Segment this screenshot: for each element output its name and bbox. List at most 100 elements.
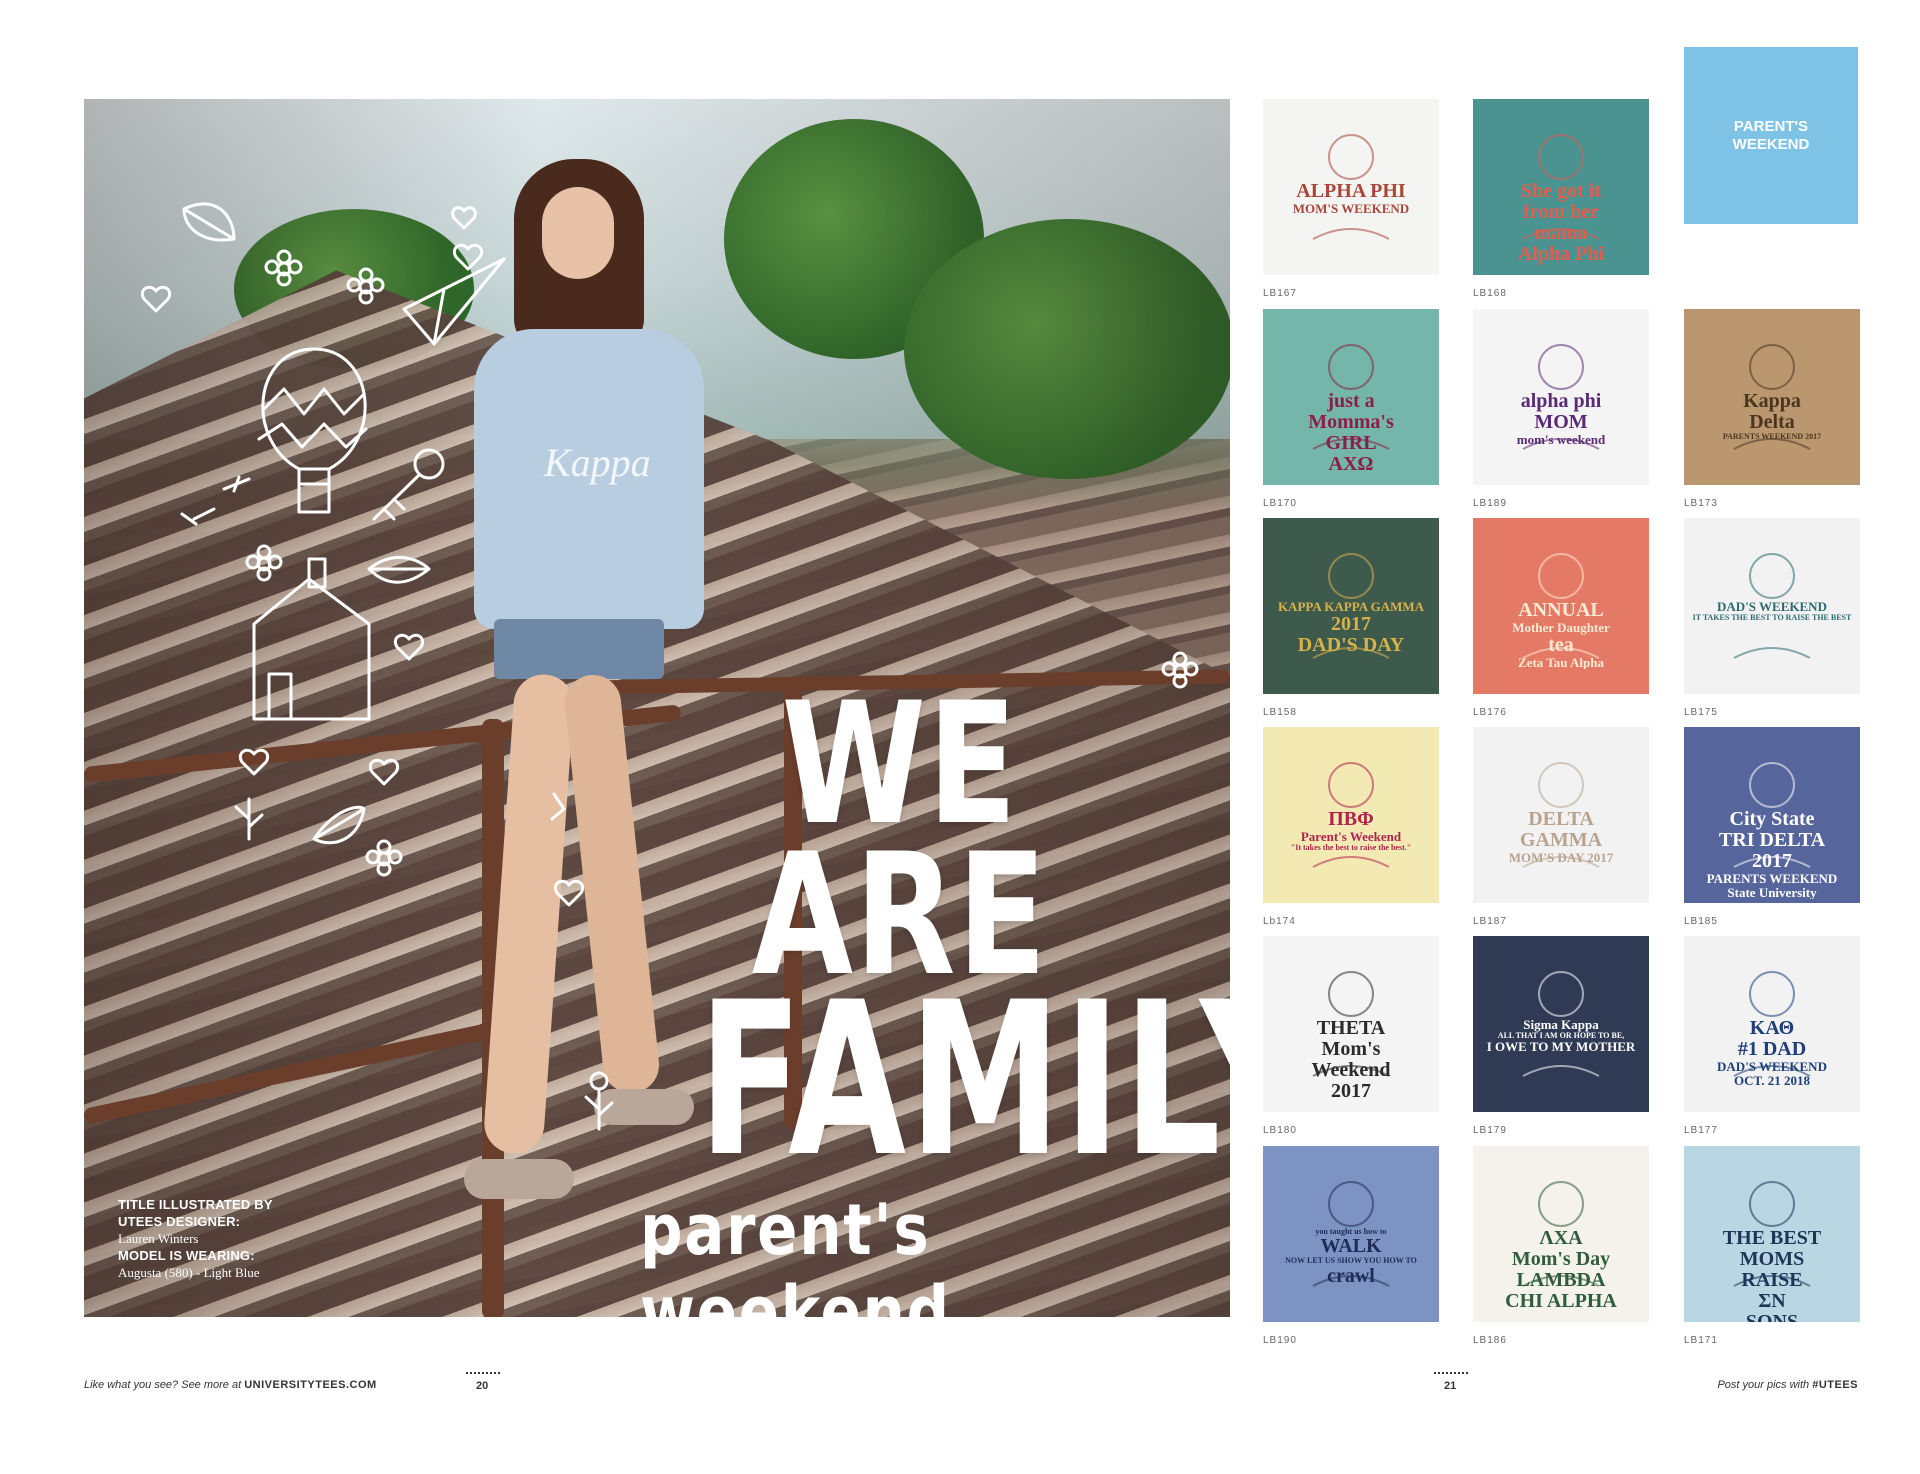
design-text: Kappa Delta PARENTS WEEKEND 2017 bbox=[1692, 391, 1852, 441]
design-text-line: just a bbox=[1327, 391, 1375, 412]
design-tile[interactable]: just a Momma's GIRL ΑΧΩ bbox=[1263, 309, 1439, 485]
design-text: ΠΒΦ Parent's Weekend "It takes the best to… bbox=[1271, 809, 1431, 852]
design-code: LB158 bbox=[1263, 707, 1297, 718]
hero-photo: Kappa WE ARE FAMIL parent's weekend TITL… bbox=[84, 99, 1230, 1317]
design-code: LB187 bbox=[1473, 916, 1507, 927]
design-tile[interactable]: THETA Mom's Weekend 2017 bbox=[1263, 936, 1439, 1112]
design-text-line: OCT. 21 2018 bbox=[1734, 1073, 1810, 1088]
design-text-line: from her bbox=[1523, 202, 1599, 223]
page-number-left: 20 bbox=[476, 1380, 489, 1392]
design-code: LB180 bbox=[1263, 1125, 1297, 1136]
design-text-line: 2017 bbox=[1331, 613, 1371, 635]
design-text-line: crawl bbox=[1327, 1265, 1375, 1287]
credits-wearing-label: MODEL IS WEARING: bbox=[118, 1248, 255, 1263]
design-tile[interactable]: KAPPA KAPPA GAMMA 2017 DAD'S DAY bbox=[1263, 518, 1439, 694]
design-text: DELTA GAMMA MOM'S DAY 2017 bbox=[1481, 809, 1641, 865]
design-text-line: 2017 bbox=[1331, 1081, 1371, 1102]
photo-credits: TITLE ILLUSTRATED BY UTEES DESIGNER: Lau… bbox=[118, 1196, 273, 1281]
design-tile[interactable]: ΛΧΑ Mom's Day LAMBDA CHI ALPHA bbox=[1473, 1146, 1649, 1322]
design-code: LB175 bbox=[1684, 707, 1718, 718]
headline-line-1: WE ARE bbox=[751, 666, 1049, 1014]
headline-line-2: FAMILY bbox=[698, 956, 1230, 1204]
design-tile[interactable]: you taught us how to WALK NOW LET US SHOW … bbox=[1263, 1146, 1439, 1322]
design-text: KAPPA KAPPA GAMMA 2017 DAD'S DAY bbox=[1271, 600, 1431, 656]
design-code: LB168 bbox=[1473, 288, 1507, 299]
design-text-line: IT TAKES THE BEST TO RAISE THE BEST bbox=[1692, 613, 1852, 622]
footer-right-text: Post your pics with bbox=[1717, 1379, 1813, 1391]
design-text-line: GIRL bbox=[1325, 433, 1377, 454]
design-tile[interactable]: ΚΑΘ #1 DAD DAD'S WEEKEND OCT. 21 2018 bbox=[1684, 936, 1860, 1112]
design-code: LB176 bbox=[1473, 707, 1507, 718]
design-code: LB179 bbox=[1473, 1125, 1507, 1136]
design-tile[interactable]: ΠΒΦ Parent's Weekend "It takes the best to… bbox=[1263, 727, 1439, 903]
design-tile[interactable]: City State TRI DELTA 2017 PARENTS WEEKEND St… bbox=[1684, 727, 1860, 903]
footer-site-link[interactable]: UNIVERSITYTEES.COM bbox=[244, 1379, 376, 1391]
design-text-line: PARENTS WEEKEND bbox=[1706, 872, 1838, 886]
credits-wearing-value: Augusta (580) - Light Blue bbox=[118, 1265, 260, 1280]
design-text-line: ΠΒΦ bbox=[1328, 809, 1374, 830]
design-text-line: #1 DAD bbox=[1737, 1039, 1807, 1060]
page-number-right: 21 bbox=[1444, 1380, 1457, 1392]
design-tile[interactable]: ANNUAL Mother Daughter tea Zeta Tau Alpha bbox=[1473, 518, 1649, 694]
design-text-line: Mother Daughter bbox=[1512, 621, 1610, 635]
design-tile[interactable]: DELTA GAMMA MOM'S DAY 2017 bbox=[1473, 727, 1649, 903]
design-tile[interactable]: Sigma Kappa ALL THAT I AM OR HOPE TO BE, I… bbox=[1473, 936, 1649, 1112]
design-text-line: MOMS bbox=[1739, 1249, 1805, 1270]
design-code: LB167 bbox=[1263, 288, 1297, 299]
footer-hashtag[interactable]: #UTEES bbox=[1812, 1379, 1858, 1391]
category-label: PARENT'S WEEKEND bbox=[1732, 117, 1810, 153]
design-text-line: Delta bbox=[1749, 412, 1795, 433]
category-box: PARENT'S WEEKEND bbox=[1684, 47, 1858, 224]
subheadline: parent's weekend bbox=[640, 1189, 951, 1317]
design-tile[interactable]: ALPHA PHI MOM'S WEEKEND bbox=[1263, 99, 1439, 275]
design-code: LB170 bbox=[1263, 498, 1297, 509]
headline: WE ARE FAMILY bbox=[620, 666, 1230, 1204]
design-code: LB171 bbox=[1684, 1335, 1718, 1346]
footer-left: Like what you see? See more at UNIVERSIT… bbox=[84, 1379, 377, 1391]
design-text-line: LAMBDA bbox=[1516, 1270, 1606, 1291]
design-text-line: "It takes the best to raise the best." bbox=[1290, 843, 1412, 852]
design-tile[interactable]: alpha phi MOM mom's weekend bbox=[1473, 309, 1649, 485]
design-tile[interactable]: She got it from her mama Alpha Phi bbox=[1473, 99, 1649, 275]
design-text-line: GAMMA bbox=[1519, 830, 1603, 851]
design-text-line: CHI ALPHA bbox=[1505, 1291, 1617, 1312]
design-text-line: ANNUAL bbox=[1518, 600, 1604, 621]
design-text-line: THE BEST bbox=[1722, 1228, 1822, 1249]
design-text-line: KAPPA KAPPA GAMMA bbox=[1277, 600, 1425, 614]
design-text: Sigma Kappa ALL THAT I AM OR HOPE TO BE, I… bbox=[1481, 1018, 1641, 1054]
design-text-line: alpha phi bbox=[1520, 391, 1602, 412]
design-text-line: ΣΝ bbox=[1758, 1291, 1786, 1312]
design-text-line: mom's weekend bbox=[1516, 433, 1606, 447]
design-text-line: ALPHA PHI bbox=[1296, 181, 1406, 202]
design-text-line: RAISE bbox=[1741, 1270, 1803, 1291]
design-text-line: you taught us how to bbox=[1315, 1228, 1387, 1236]
design-text: THE BESTMOMSRAISEΣΝSONS bbox=[1692, 1228, 1852, 1322]
design-tile[interactable]: Kappa Delta PARENTS WEEKEND 2017 bbox=[1684, 309, 1860, 485]
design-text: just a Momma's GIRL ΑΧΩ bbox=[1271, 391, 1431, 475]
design-text-line: DAD'S DAY bbox=[1297, 634, 1405, 656]
design-text-line: THETA bbox=[1316, 1018, 1386, 1039]
design-text-line: City State bbox=[1729, 809, 1815, 830]
design-text: City State TRI DELTA 2017 PARENTS WEEKEND St… bbox=[1692, 809, 1852, 899]
design-text: ALPHA PHI MOM'S WEEKEND bbox=[1271, 181, 1431, 216]
design-text: alpha phi MOM mom's weekend bbox=[1481, 391, 1641, 447]
design-code: LB185 bbox=[1684, 916, 1718, 927]
design-text-line: tea bbox=[1548, 634, 1574, 656]
design-text-line: She got it bbox=[1521, 181, 1601, 202]
design-text-line: MOM'S WEEKEND bbox=[1292, 202, 1410, 216]
design-text-line: Weekend bbox=[1311, 1060, 1391, 1081]
design-text-line: State University bbox=[1727, 885, 1817, 900]
design-text: you taught us how to WALK NOW LET US SHOW … bbox=[1271, 1228, 1431, 1287]
design-code: LB190 bbox=[1263, 1335, 1297, 1346]
design-text: ANNUAL Mother Daughter tea Zeta Tau Alpha bbox=[1481, 600, 1641, 669]
design-text: She got it from her mama Alpha Phi bbox=[1481, 181, 1641, 265]
credits-illustrated-label: TITLE ILLUSTRATED BY bbox=[118, 1197, 273, 1212]
design-code: LB186 bbox=[1473, 1335, 1507, 1346]
design-tile[interactable]: DAD'S WEEKEND IT TAKES THE BEST TO RAISE … bbox=[1684, 518, 1860, 694]
design-text-line: Zeta Tau Alpha bbox=[1518, 655, 1604, 670]
design-tile[interactable]: THE BESTMOMSRAISEΣΝSONS bbox=[1684, 1146, 1860, 1322]
shirt-lettering: Kappa bbox=[544, 440, 651, 485]
design-text-line: I OWE TO MY MOTHER bbox=[1486, 1040, 1636, 1054]
design-text-line: ΛΧΑ bbox=[1539, 1228, 1583, 1249]
credits-designer-label: UTEES DESIGNER: bbox=[118, 1214, 241, 1229]
